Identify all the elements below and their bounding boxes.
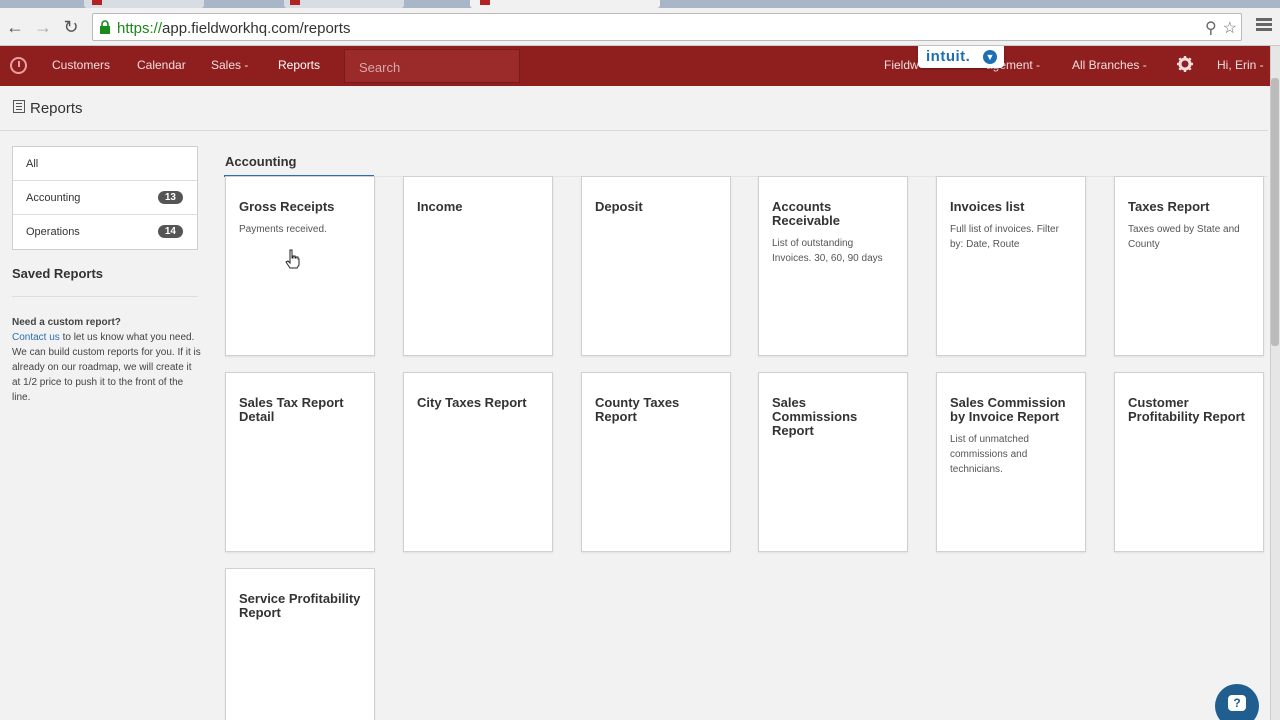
report-card-county-taxes[interactable]: County Taxes Report: [581, 372, 731, 552]
page-title: Reports: [30, 100, 83, 117]
report-name: City Taxes Report: [417, 395, 527, 410]
report-description: List of unmatched commissions and techni…: [950, 434, 1029, 475]
lock-icon: [100, 20, 110, 34]
app-logo-icon[interactable]: [10, 57, 27, 74]
browser-tab[interactable]: [284, 0, 404, 8]
browser-tab-strip: [0, 0, 1280, 8]
list-icon: [13, 100, 25, 113]
report-name: Service Profitability Report: [239, 591, 361, 620]
intuit-logo: intuit.: [926, 48, 971, 65]
report-filters: All Accounting 13 Operations 14: [12, 146, 198, 250]
browser-menu-icon[interactable]: [1256, 18, 1272, 32]
reload-icon[interactable]: ↻: [60, 16, 82, 38]
browser-tab-active[interactable]: [470, 0, 660, 8]
forward-icon[interactable]: →: [32, 16, 54, 38]
report-name: Sales Commissions Report: [772, 395, 858, 438]
zoom-icon[interactable]: ⚲: [1205, 20, 1217, 37]
report-card-accounts-receivable[interactable]: Accounts Receivable List of outstanding …: [758, 176, 908, 356]
filter-label: All: [26, 158, 39, 170]
back-icon[interactable]: ←: [4, 16, 26, 38]
report-card-sales-commission-by-invoice[interactable]: Sales Commission by Invoice Report List …: [936, 372, 1086, 552]
intuit-badge[interactable]: intuit. ▼: [918, 46, 1004, 68]
report-description: Taxes owed by State and County: [1128, 224, 1240, 250]
filter-accounting[interactable]: Accounting 13: [13, 181, 197, 215]
divider: [12, 296, 198, 297]
filter-all[interactable]: All: [13, 147, 197, 181]
filter-operations[interactable]: Operations 14: [13, 215, 197, 249]
report-card-income[interactable]: Income: [403, 176, 553, 356]
report-card-deposit[interactable]: Deposit: [581, 176, 731, 356]
report-name: Deposit: [595, 199, 643, 214]
report-description: Full list of invoices. Filter by: Date, …: [950, 224, 1059, 250]
report-card-invoices-list[interactable]: Invoices list Full list of invoices. Fil…: [936, 176, 1086, 356]
browser-tab[interactable]: [84, 0, 204, 8]
custom-report-heading: Need a custom report?: [12, 317, 121, 328]
url-path: app.fieldworkhq.com/reports: [162, 20, 351, 37]
filter-label: Operations: [26, 226, 80, 238]
report-name: Sales Commission by Invoice Report: [950, 395, 1066, 424]
search-input[interactable]: Search: [344, 49, 520, 83]
nav-fieldwork[interactable]: Fieldw: [884, 58, 919, 72]
report-name: Income: [417, 199, 463, 214]
nav-customers[interactable]: Customers: [52, 58, 110, 72]
report-name: Invoices list: [950, 199, 1025, 214]
custom-report-note: Need a custom report? Contact us to let …: [12, 315, 202, 405]
help-chat-button[interactable]: ?: [1215, 684, 1259, 720]
question-icon: ?: [1233, 696, 1241, 710]
hand-cursor-icon: [285, 249, 300, 269]
filter-label: Accounting: [26, 192, 81, 204]
report-name: Sales Tax Report Detail: [239, 395, 344, 424]
report-card-service-profitability[interactable]: Service Profitability Report: [225, 568, 375, 720]
nav-user-menu[interactable]: Hi, Erin -: [1217, 58, 1264, 72]
browser-toolbar: ← → ↻ https://app.fieldworkhq.com/report…: [0, 8, 1280, 46]
page-header: Reports: [0, 86, 1268, 131]
app-nav-bar: Customers Calendar Sales - Reports Searc…: [0, 46, 1270, 86]
contact-us-link[interactable]: Contact us: [12, 332, 60, 343]
report-name: Taxes Report: [1128, 199, 1210, 214]
nav-calendar[interactable]: Calendar: [137, 58, 186, 72]
nav-all-branches[interactable]: All Branches -: [1072, 58, 1147, 72]
tab-favicon-icon: [92, 0, 102, 5]
report-name: Gross Receipts: [239, 199, 335, 214]
report-card-city-taxes[interactable]: City Taxes Report: [403, 372, 553, 552]
report-description: List of outstanding Invoices. 30, 60, 90…: [772, 238, 883, 264]
report-card-sales-tax-detail[interactable]: Sales Tax Report Detail: [225, 372, 375, 552]
report-name: Accounts Receivable: [772, 199, 840, 228]
nav-reports[interactable]: Reports: [278, 58, 320, 72]
count-badge: 13: [157, 191, 183, 204]
saved-reports-heading: Saved Reports: [12, 266, 104, 281]
scrollbar-thumb[interactable]: [1271, 78, 1279, 346]
gear-icon[interactable]: [1176, 55, 1194, 73]
address-bar[interactable]: https://app.fieldworkhq.com/reports ⚲ ☆: [92, 13, 1242, 41]
url-text: https://app.fieldworkhq.com/reports: [117, 20, 350, 37]
report-card-customer-profitability[interactable]: Customer Profitability Report: [1114, 372, 1264, 552]
report-card-sales-commissions[interactable]: Sales Commissions Report: [758, 372, 908, 552]
report-description: Payments received.: [239, 224, 327, 235]
count-badge: 14: [157, 225, 183, 238]
report-name: Customer Profitability Report: [1128, 395, 1246, 424]
nav-sales[interactable]: Sales -: [211, 58, 248, 72]
report-name: County Taxes Report: [595, 395, 680, 424]
tab-favicon-icon: [480, 0, 490, 5]
section-title: Accounting: [225, 154, 297, 169]
tab-favicon-icon: [290, 0, 300, 5]
url-protocol: https://: [117, 20, 163, 37]
report-card-taxes-report[interactable]: Taxes Report Taxes owed by State and Cou…: [1114, 176, 1264, 356]
bookmark-star-icon[interactable]: ☆: [1223, 20, 1237, 37]
chevron-down-icon: ▼: [983, 50, 997, 64]
